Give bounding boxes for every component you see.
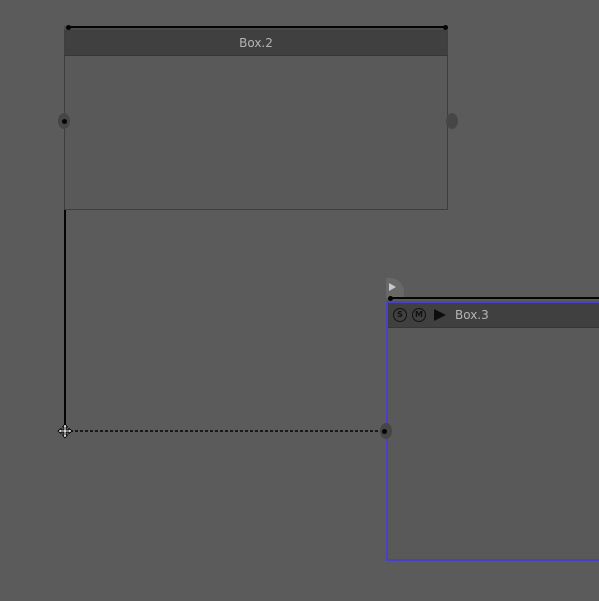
box3-top-connection [390,297,599,299]
box3[interactable]: S M Box.3 [386,301,599,561]
box2[interactable]: Box.2 [64,30,448,210]
expand-arrow-icon [389,283,396,291]
patcher-canvas[interactable]: Box.2 S M Box.3 [0,0,599,601]
box2-title: Box.2 [239,36,273,50]
play-icon[interactable] [434,309,446,321]
box2-header[interactable]: Box.2 [65,31,447,56]
box3-title: Box.3 [455,308,489,322]
mute-button[interactable]: M [412,308,426,322]
box2-top-connection [68,26,446,28]
box3-inlet-dot [382,429,387,434]
move-cursor-icon [57,423,73,439]
solo-button[interactable]: S [393,308,407,322]
box2-inlet-dot [62,119,67,124]
box2-outlet-port[interactable] [446,113,458,129]
box3-header[interactable]: S M Box.3 [388,303,599,328]
